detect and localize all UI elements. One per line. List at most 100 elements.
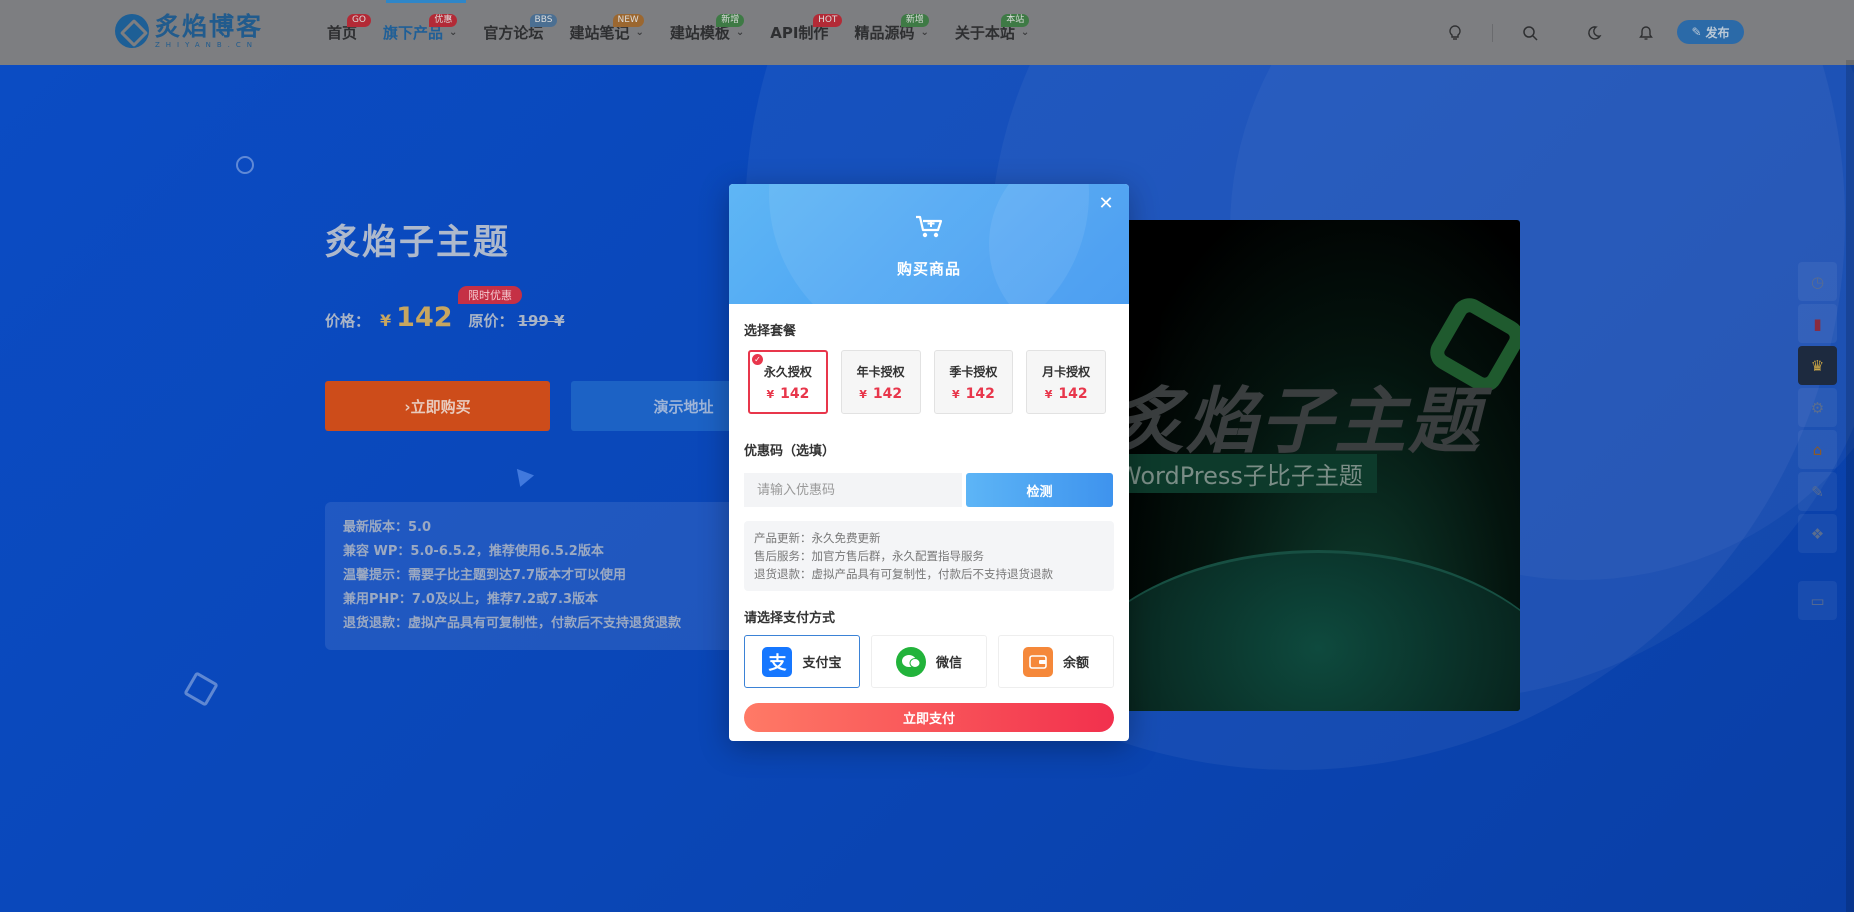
image-title-text: 炙焰子主题 xyxy=(1118,379,1483,463)
chevron-down-icon: ⌄ xyxy=(635,27,644,38)
clock-icon[interactable]: ◷ xyxy=(1798,262,1837,301)
alipay-icon: 支 xyxy=(762,646,793,677)
price-label: 价格： xyxy=(325,312,371,330)
decor-triangle xyxy=(509,463,535,487)
product-title: 炙焰子主题 xyxy=(325,223,511,263)
plan-price: ¥142 xyxy=(1044,385,1088,402)
floating-toolbar: ◷ ▮ ♛ ⚙ ⌂ ✎ ❖ ▭ xyxy=(1798,262,1837,623)
crown-icon[interactable]: ♛ xyxy=(1798,346,1837,385)
purchase-modal: ✕ 购买商品 选择套餐 ✓ 永久授权 ¥142 年卡授权 ¥142 季卡授权 ¥… xyxy=(729,184,1129,741)
nav-badge: NEW xyxy=(612,14,644,27)
nav-item-notes[interactable]: 建站笔记 ⌄ NEW xyxy=(569,0,644,65)
coupon-section-label: 优惠码（选填） xyxy=(744,444,836,459)
check-icon: ✓ xyxy=(752,354,763,365)
logo-icon xyxy=(115,14,149,48)
top-icons xyxy=(1440,0,1683,65)
pay-name: 支付宝 xyxy=(802,656,842,671)
nav-item-templates[interactable]: 建站模板 ⌄ 新增 xyxy=(670,0,745,65)
price-row: 价格： ¥ 142 原价： 199 ¥ xyxy=(325,302,565,333)
top-navbar: 炙焰博客 ZHIYANB.CN 首页 GO 旗下产品 ⌄ 优惠 官方论坛 BBS… xyxy=(0,0,1854,65)
purchase-notice: 产品更新：永久免费更新 售后服务：加官方售后群，永久配置指导服务 退货退款：虚拟… xyxy=(744,521,1114,591)
original-price-label: 原价： xyxy=(468,312,514,330)
search-icon[interactable] xyxy=(1515,18,1545,48)
notice-line: 售后服务：加官方售后群，永久配置指导服务 xyxy=(754,549,984,563)
nav-badge: GO xyxy=(346,14,372,27)
modal-header: ✕ 购买商品 xyxy=(729,184,1129,304)
original-price: 199 ¥ xyxy=(517,312,565,330)
nav-item-products[interactable]: 旗下产品 ⌄ 优惠 xyxy=(383,0,458,65)
decor-diamond xyxy=(183,671,219,707)
nav-badge: 新增 xyxy=(900,14,929,27)
plan-option-quarterly[interactable]: 季卡授权 ¥142 xyxy=(933,350,1014,414)
plan-name: 永久授权 xyxy=(763,364,812,379)
product-image: 炙焰子主题 WordPress子比子主题 xyxy=(1118,220,1520,711)
chevron-down-icon: ⌄ xyxy=(735,27,745,38)
divider xyxy=(1492,23,1493,42)
pay-name: 余额 xyxy=(1062,656,1089,671)
edit-icon[interactable]: ✎ xyxy=(1798,472,1837,511)
plan-section-label: 选择套餐 xyxy=(744,324,797,339)
pay-option-balance[interactable]: 余额 xyxy=(998,635,1114,688)
bell-icon[interactable] xyxy=(1631,18,1661,48)
plan-option-monthly[interactable]: 月卡授权 ¥142 xyxy=(1026,350,1106,414)
price-amount: 142 xyxy=(396,302,453,333)
plan-price: ¥142 xyxy=(951,385,995,402)
nav-badge: 新增 xyxy=(716,14,745,27)
nav-item-about[interactable]: 关于本站 ⌄ 本站 xyxy=(955,0,1030,65)
nav-badge: 本站 xyxy=(1001,14,1030,27)
coupon-row: 检测 xyxy=(744,473,1114,507)
plan-option-yearly[interactable]: 年卡授权 ¥142 xyxy=(840,350,921,414)
home-icon[interactable]: ⌂ xyxy=(1798,430,1837,469)
chevron-down-icon: ⌄ xyxy=(449,27,458,38)
plan-name: 季卡授权 xyxy=(949,364,998,379)
nav-badge: HOT xyxy=(813,14,843,27)
wechat-icon xyxy=(895,646,926,677)
payment-section-label: 请选择支付方式 xyxy=(744,611,836,626)
site-logo[interactable]: 炙焰博客 ZHIYANB.CN xyxy=(115,13,263,49)
nav-item-home[interactable]: 首页 GO xyxy=(327,0,372,65)
pay-option-wechat[interactable]: 微信 xyxy=(871,635,987,688)
chevron-down-icon: ⌄ xyxy=(1020,27,1030,38)
lightbulb-icon[interactable] xyxy=(1440,18,1470,48)
plan-options: ✓ 永久授权 ¥142 年卡授权 ¥142 季卡授权 ¥142 月卡授权 ¥14… xyxy=(744,350,1114,414)
plan-name: 月卡授权 xyxy=(1042,364,1091,379)
plan-price: ¥142 xyxy=(766,385,810,402)
close-icon[interactable]: ✕ xyxy=(1095,192,1117,214)
publish-button[interactable]: ✎ 发布 xyxy=(1677,20,1744,44)
plan-price: ¥142 xyxy=(859,385,903,402)
nav-badge: BBS xyxy=(529,14,558,27)
buy-now-button[interactable]: ›立即购买 xyxy=(325,381,550,431)
check-coupon-button[interactable]: 检测 xyxy=(966,473,1113,507)
nav-badge: 优惠 xyxy=(429,14,458,27)
cart-icon xyxy=(916,215,943,238)
plan-option-lifetime[interactable]: ✓ 永久授权 ¥142 xyxy=(748,350,828,414)
image-subtitle-text: WordPress子比子主题 xyxy=(1118,454,1377,493)
scrollbar[interactable] xyxy=(1846,60,1854,912)
pay-now-button[interactable]: 立即支付 xyxy=(744,703,1114,732)
logo-text: 炙焰博客 xyxy=(155,12,264,41)
gear-icon[interactable]: ⚙ xyxy=(1798,388,1837,427)
nav-item-forum[interactable]: 官方论坛 BBS xyxy=(483,0,558,65)
chat-icon[interactable]: ▭ xyxy=(1798,581,1837,620)
payment-methods: 支 支付宝 微信 余额 xyxy=(744,635,1114,688)
notice-line: 退货退款：虚拟产品具有可复制性，付款后不支持退货退款 xyxy=(754,567,1053,581)
pay-option-alipay[interactable]: 支 支付宝 xyxy=(744,635,860,688)
logo-subtext: ZHIYANB.CN xyxy=(155,41,259,49)
decor-ring xyxy=(236,156,254,174)
price-currency: ¥ xyxy=(380,311,392,330)
red-packet-icon[interactable]: ▮ xyxy=(1798,304,1837,343)
gift-icon[interactable]: ❖ xyxy=(1798,514,1837,553)
main-nav: 首页 GO 旗下产品 ⌄ 优惠 官方论坛 BBS 建站笔记 ⌄ NEW 建站模板… xyxy=(327,0,1055,65)
pencil-icon: ✎ xyxy=(1691,25,1702,39)
notice-line: 产品更新：永久免费更新 xyxy=(754,531,881,545)
chevron-down-icon: ⌄ xyxy=(920,27,929,38)
wallet-icon xyxy=(1022,646,1053,677)
publish-label: 发布 xyxy=(1705,25,1730,40)
pay-name: 微信 xyxy=(935,656,962,671)
nav-item-api[interactable]: API制作 HOT xyxy=(770,0,843,65)
plan-name: 年卡授权 xyxy=(856,364,905,379)
nav-item-source[interactable]: 精品源码 ⌄ 新增 xyxy=(854,0,929,65)
moon-icon[interactable] xyxy=(1579,18,1609,48)
coupon-input[interactable] xyxy=(744,473,962,507)
modal-title: 购买商品 xyxy=(896,260,961,278)
